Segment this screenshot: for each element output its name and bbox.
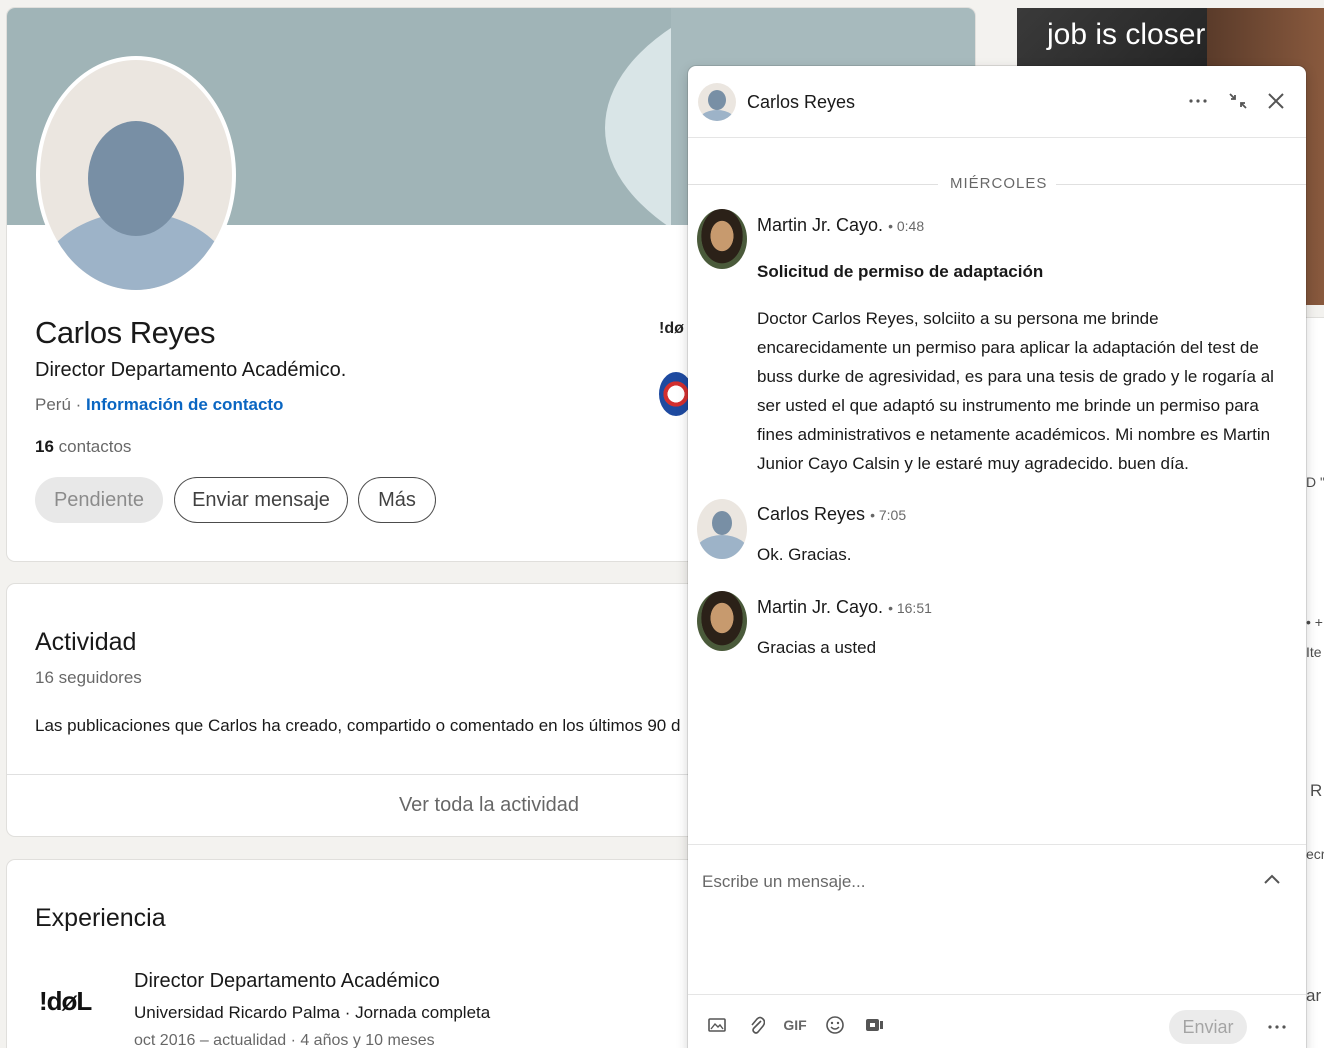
activity-description: Las publicaciones que Carlos ha creado, … [35, 716, 681, 735]
attachment-icon[interactable] [744, 1012, 770, 1038]
side-fragment: D " [1306, 474, 1324, 490]
message-body: Gracias a usted [757, 638, 877, 657]
contacts-label: contactos [58, 437, 132, 456]
emoji-icon[interactable] [822, 1012, 848, 1038]
more-icon[interactable] [1183, 86, 1213, 116]
chat-header-avatar[interactable] [698, 83, 736, 121]
message-sender[interactable]: Carlos Reyes [757, 504, 865, 524]
activity-followers: 16 seguidores [35, 668, 142, 687]
day-separator: MIÉRCOLES [688, 172, 1306, 196]
message-sender[interactable]: Martin Jr. Cayo. [757, 597, 883, 617]
message-composer [688, 844, 1306, 994]
chevron-up-icon[interactable] [1256, 863, 1288, 895]
profile-location: Perú · [35, 395, 82, 414]
chat-window: Carlos Reyes MIÉRCOLES Martin Jr. Cayo. … [688, 66, 1306, 1048]
minimize-icon[interactable] [1223, 86, 1253, 116]
profile-location-line: Perú · Información de contacto [35, 395, 283, 415]
side-card [1306, 318, 1324, 1048]
message-time: • 16:51 [888, 600, 932, 616]
message-avatar[interactable] [697, 499, 747, 559]
pending-button[interactable]: Pendiente [35, 477, 163, 523]
side-fragment: ecr [1306, 846, 1324, 862]
contacts-count: 16 [35, 437, 54, 456]
message-time: • 0:48 [888, 218, 925, 234]
profile-headline: Director Departamento Académico. [35, 359, 347, 381]
experience-company-logo[interactable]: !døL [39, 986, 103, 1026]
chat-title[interactable]: Carlos Reyes [747, 92, 855, 113]
message-time: • 7:05 [870, 507, 907, 523]
send-button[interactable]: Enviar [1169, 1010, 1247, 1044]
experience-company: Universidad Ricardo Palma · Jornada comp… [134, 1003, 491, 1022]
message-input[interactable] [702, 867, 1242, 897]
close-icon[interactable] [1261, 86, 1291, 116]
chat-header[interactable]: Carlos Reyes [688, 66, 1306, 138]
message-body: Doctor Carlos Reyes, solciito a su perso… [757, 309, 1274, 473]
ad-text: job is closer [1047, 18, 1206, 51]
side-fragment: Ite [1306, 644, 1322, 660]
company-logo[interactable]: !dø [659, 320, 684, 338]
more-options-icon[interactable] [1262, 1012, 1292, 1042]
composer-toolbar: GIF Enviar [688, 994, 1306, 1048]
experience-role: Director Departamento Académico [134, 970, 440, 992]
activity-title: Actividad [35, 628, 137, 656]
experience-dates: oct 2016 – actualidad · 4 años y 10 mese… [134, 1032, 435, 1048]
video-meeting-icon[interactable] [862, 1012, 888, 1038]
message-header: Martin Jr. Cayo. • 0:48 [757, 215, 924, 236]
message-avatar[interactable] [697, 591, 747, 651]
side-fragment: ar [1306, 986, 1322, 1005]
profile-avatar[interactable] [36, 56, 236, 294]
message-subject: Solicitud de permiso de adaptación [757, 262, 1044, 281]
day-label: MIÉRCOLES [950, 175, 1048, 192]
gif-icon[interactable]: GIF [782, 1012, 808, 1038]
message-avatar[interactable] [697, 209, 747, 269]
side-fragment: R [1310, 781, 1323, 800]
send-message-button[interactable]: Enviar mensaje [174, 477, 348, 523]
experience-title: Experiencia [35, 904, 166, 932]
message-sender[interactable]: Martin Jr. Cayo. [757, 215, 883, 235]
side-fragment: • + [1306, 614, 1323, 630]
profile-contacts[interactable]: 16 contactos [35, 437, 131, 457]
message-body: Ok. Gracias. [757, 545, 852, 564]
profile-name: Carlos Reyes [35, 315, 216, 350]
message-header: Carlos Reyes • 7:05 [757, 504, 906, 525]
message-header: Martin Jr. Cayo. • 16:51 [757, 597, 932, 618]
image-icon[interactable] [704, 1012, 730, 1038]
contact-info-link[interactable]: Información de contacto [86, 395, 283, 414]
more-button[interactable]: Más [358, 477, 436, 523]
